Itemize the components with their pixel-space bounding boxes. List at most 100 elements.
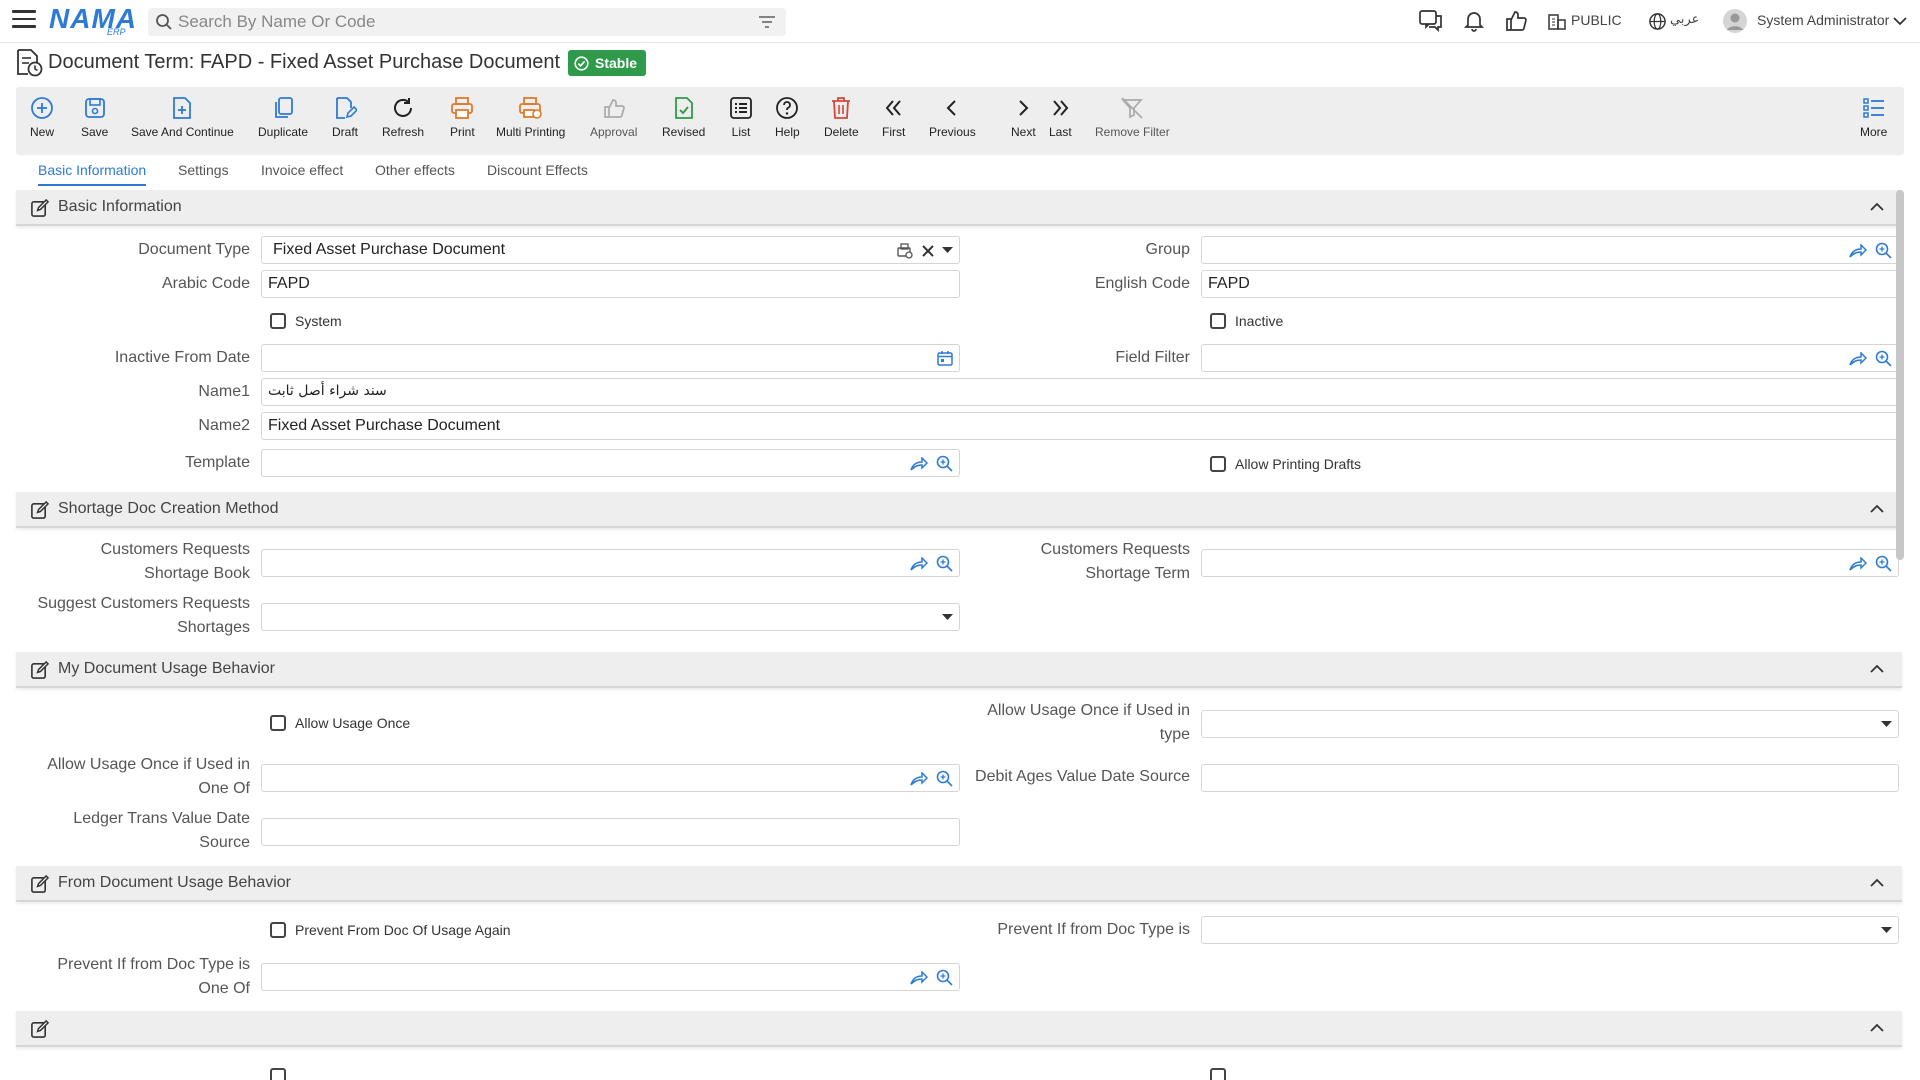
share-arrow-icon[interactable] xyxy=(1849,243,1867,258)
language-switch[interactable]: عربي xyxy=(1670,12,1699,27)
save-button[interactable]: Save xyxy=(81,95,108,139)
search-input[interactable]: Search By Name Or Code xyxy=(148,8,786,36)
more-button[interactable]: More xyxy=(1860,95,1887,139)
multi-printing-button[interactable]: Multi Printing xyxy=(496,95,565,139)
print-button[interactable]: Print xyxy=(450,95,475,139)
save-and-continue-button[interactable]: Save And Continue xyxy=(131,95,234,139)
allow-usage-once-one-of-field[interactable] xyxy=(261,764,960,792)
search-plus-icon[interactable] xyxy=(936,969,953,986)
public-label[interactable]: PUBLIC xyxy=(1571,12,1622,28)
partial-checkbox-right[interactable] xyxy=(1210,1068,1226,1080)
filter-icon[interactable] xyxy=(758,15,776,29)
search-plus-icon[interactable] xyxy=(936,770,953,787)
group-field[interactable] xyxy=(1201,236,1899,264)
delete-button[interactable]: Delete xyxy=(824,95,859,139)
customers-requests-shortage-term-field[interactable] xyxy=(1201,549,1899,577)
section-from-document-usage[interactable]: From Document Usage Behavior xyxy=(16,866,1902,902)
previous-button[interactable]: Previous xyxy=(929,95,976,139)
dropdown-arrow-icon[interactable] xyxy=(1881,927,1892,934)
checkbox-box[interactable] xyxy=(270,313,286,329)
share-arrow-icon[interactable] xyxy=(1849,556,1867,571)
help-button[interactable]: Help xyxy=(775,95,800,139)
prevent-if-from-doc-type-select[interactable] xyxy=(1201,916,1899,944)
ledger-trans-value-date-source-input[interactable] xyxy=(261,818,960,846)
dropdown-arrow-icon[interactable] xyxy=(942,247,953,254)
dropdown-arrow-icon[interactable] xyxy=(942,614,953,621)
field-filter-label: Field Filter xyxy=(1115,349,1190,366)
prevent-if-from-doc-type-one-of-field[interactable] xyxy=(261,963,960,991)
new-button[interactable]: New xyxy=(30,95,54,139)
tab-discount-effects[interactable]: Discount Effects xyxy=(487,162,588,178)
user-avatar-icon[interactable] xyxy=(1722,8,1748,34)
template-field[interactable] xyxy=(261,449,960,477)
share-arrow-icon[interactable] xyxy=(1849,351,1867,366)
chevron-up-icon[interactable] xyxy=(1870,878,1884,888)
inactive-checkbox[interactable]: Inactive xyxy=(1210,313,1283,329)
tab-other-effects[interactable]: Other effects xyxy=(375,162,455,178)
search-plus-icon[interactable] xyxy=(936,555,953,572)
share-arrow-icon[interactable] xyxy=(910,556,928,571)
dropdown-arrow-icon[interactable] xyxy=(1881,721,1892,728)
remove-filter-button[interactable]: Remove Filter xyxy=(1095,95,1170,139)
document-type-select[interactable]: Fixed Asset Purchase Document xyxy=(261,236,960,264)
list-button[interactable]: List xyxy=(729,95,753,139)
checkbox-box[interactable] xyxy=(1210,1068,1226,1080)
last-button[interactable]: Last xyxy=(1049,95,1072,139)
allow-printing-drafts-checkbox[interactable]: Allow Printing Drafts xyxy=(1210,456,1361,472)
user-name[interactable]: System Administrator xyxy=(1757,12,1889,28)
scrollbar[interactable] xyxy=(1896,190,1904,560)
calendar-icon[interactable] xyxy=(937,350,953,366)
chat-icon[interactable] xyxy=(1419,10,1443,32)
search-plus-icon[interactable] xyxy=(1875,350,1892,367)
refresh-button[interactable]: Refresh xyxy=(382,95,424,139)
clear-icon[interactable] xyxy=(922,244,934,257)
share-arrow-icon[interactable] xyxy=(910,771,928,786)
open-record-icon[interactable] xyxy=(896,242,914,259)
customers-requests-shortage-book-field[interactable] xyxy=(261,549,960,577)
chevron-up-icon[interactable] xyxy=(1870,664,1884,674)
tab-basic-information[interactable]: Basic Information xyxy=(38,162,146,178)
chevron-up-icon[interactable] xyxy=(1870,202,1884,212)
section-untitled[interactable] xyxy=(16,1011,1902,1047)
allow-usage-once-checkbox[interactable]: Allow Usage Once xyxy=(270,715,410,731)
name1-input[interactable]: سند شراء أصل ثابت xyxy=(261,378,1899,406)
english-code-input[interactable]: FAPD xyxy=(1201,270,1899,298)
draft-button[interactable]: Draft xyxy=(332,95,358,139)
duplicate-button[interactable]: Duplicate xyxy=(258,95,308,139)
first-button[interactable]: First xyxy=(882,95,905,139)
tab-invoice-effect[interactable]: Invoice effect xyxy=(261,162,343,178)
search-plus-icon[interactable] xyxy=(1875,242,1892,259)
suggest-customers-requests-shortages-select[interactable] xyxy=(261,603,960,631)
allow-usage-once-type-select[interactable] xyxy=(1201,710,1899,738)
thumbs-up-icon[interactable] xyxy=(1505,10,1527,32)
notification-bell-icon[interactable] xyxy=(1463,10,1485,32)
share-arrow-icon[interactable] xyxy=(910,970,928,985)
checkbox-box[interactable] xyxy=(1210,456,1226,472)
search-plus-icon[interactable] xyxy=(1875,555,1892,572)
prevent-from-doc-usage-again-checkbox[interactable]: Prevent From Doc Of Usage Again xyxy=(270,922,511,938)
section-shortage-doc-creation[interactable]: Shortage Doc Creation Method xyxy=(16,492,1902,528)
checkbox-box[interactable] xyxy=(270,922,286,938)
chevron-down-icon[interactable] xyxy=(1893,16,1907,26)
field-filter-field[interactable] xyxy=(1201,344,1899,372)
name2-input[interactable]: Fixed Asset Purchase Document xyxy=(261,412,1899,440)
inactive-from-date-input[interactable] xyxy=(261,344,960,372)
approval-button[interactable]: Approval xyxy=(590,95,637,139)
debit-ages-value-date-source-input[interactable] xyxy=(1201,764,1899,792)
search-plus-icon[interactable] xyxy=(936,455,953,472)
chevron-up-icon[interactable] xyxy=(1870,1023,1884,1033)
tab-settings[interactable]: Settings xyxy=(178,162,229,178)
partial-checkbox-left[interactable] xyxy=(270,1068,286,1080)
checkbox-box[interactable] xyxy=(1210,313,1226,329)
system-checkbox[interactable]: System xyxy=(270,313,342,329)
chevron-up-icon[interactable] xyxy=(1870,504,1884,514)
section-my-document-usage[interactable]: My Document Usage Behavior xyxy=(16,652,1902,688)
next-button[interactable]: Next xyxy=(1011,95,1036,139)
section-basic-information[interactable]: Basic Information xyxy=(16,190,1902,226)
revised-button[interactable]: Revised xyxy=(662,95,705,139)
share-arrow-icon[interactable] xyxy=(910,456,928,471)
menu-icon[interactable] xyxy=(12,10,36,32)
checkbox-box[interactable] xyxy=(270,1068,286,1080)
arabic-code-input[interactable]: FAPD xyxy=(261,270,960,298)
checkbox-box[interactable] xyxy=(270,715,286,731)
